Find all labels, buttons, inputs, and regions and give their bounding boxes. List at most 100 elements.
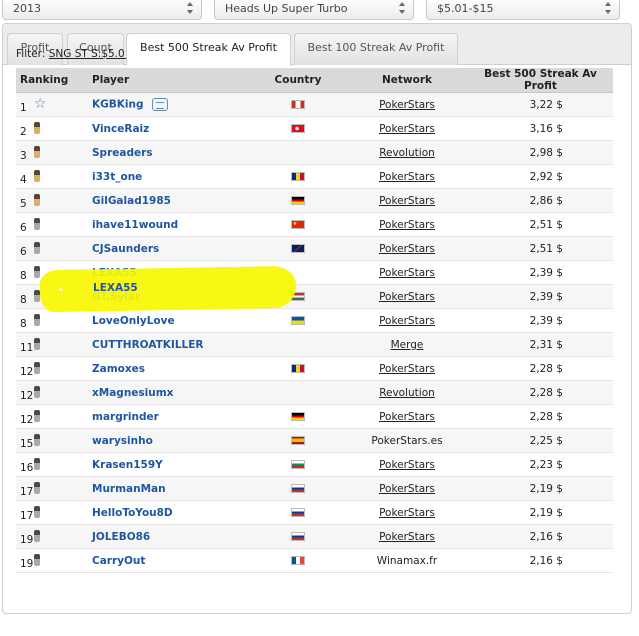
- rank-number: 17: [20, 509, 34, 522]
- network-cell: PokerStars: [346, 212, 468, 237]
- network-link[interactable]: PokerStars: [379, 123, 435, 135]
- year-select-value: 2013: [13, 2, 41, 15]
- network-link[interactable]: PokerStars: [379, 195, 435, 207]
- tab-label: Best 500 Streak Av Profit: [140, 41, 277, 54]
- network-link[interactable]: PokerStars: [379, 507, 435, 519]
- network-cell: PokerStars: [346, 404, 468, 429]
- network-link[interactable]: PokerStars: [379, 483, 435, 495]
- ranking-cell: 6: [16, 236, 88, 261]
- silver-rank-badge-icon: [34, 481, 40, 494]
- player-link[interactable]: KGBKing: [88, 92, 250, 117]
- network-link[interactable]: PokerStars: [379, 459, 435, 471]
- player-link[interactable]: MurmanMan: [88, 476, 250, 501]
- network-link[interactable]: Merge: [391, 339, 424, 351]
- table-row: 5 GilGalad1985 PokerStars 2,86 $: [16, 188, 613, 213]
- network-link[interactable]: PokerStars: [379, 291, 435, 303]
- marker-highlight: [39, 265, 297, 313]
- player-link[interactable]: ihave11wound: [88, 212, 250, 237]
- silver-rank-badge-icon: [34, 457, 40, 470]
- player-link[interactable]: CarryOut: [88, 548, 250, 573]
- profit-value: 2,19 $: [468, 476, 613, 501]
- profit-value: 2,39 $: [468, 284, 613, 309]
- network-cell: PokerStars: [346, 116, 468, 141]
- player-link[interactable]: JOLEBO86: [88, 524, 250, 549]
- player-link[interactable]: GilGalad1985: [88, 188, 250, 213]
- network-link[interactable]: PokerStars: [379, 243, 435, 255]
- rank-number: 6: [20, 221, 27, 234]
- rank-number: 8: [20, 293, 27, 306]
- network-cell: Revolution: [346, 380, 468, 405]
- country-cell: [250, 548, 346, 573]
- network-cell: PokerStars: [346, 308, 468, 333]
- table-row: 15 warysinho PokerStars.es 2,25 $: [16, 428, 613, 453]
- table-row: 12 xMagnesiumx Revolution 2,28 $: [16, 380, 613, 405]
- country-cell: [250, 164, 346, 189]
- network-cell: PokerStars: [346, 476, 468, 501]
- table-row: 8 LoveOnlyLove PokerStars 2,39 $: [16, 308, 613, 333]
- ranking-cell: 8: [16, 308, 88, 333]
- network-link[interactable]: PokerStars: [379, 531, 435, 543]
- game-type-select-value: Heads Up Super Turbo: [225, 2, 348, 15]
- highlight-dot: [59, 288, 62, 291]
- player-link[interactable]: margrinder: [88, 404, 250, 429]
- network-link[interactable]: Revolution: [379, 387, 435, 399]
- network-link[interactable]: PokerStars: [379, 315, 435, 327]
- ranking-cell: 4: [16, 164, 88, 189]
- player-name: ihave11wound: [92, 218, 179, 231]
- header-country[interactable]: Country: [250, 68, 346, 93]
- player-note-icon[interactable]: [151, 98, 168, 111]
- player-link[interactable]: Zamoxes: [88, 356, 250, 381]
- ranking-cell: 16: [16, 452, 88, 477]
- rank-number: 8: [20, 269, 27, 282]
- header-player[interactable]: Player: [88, 68, 250, 93]
- player-link[interactable]: Spreaders: [88, 140, 250, 165]
- ranking-cell: 11: [16, 332, 88, 357]
- profit-value: 2,98 $: [468, 140, 613, 165]
- stake-select[interactable]: $5.01-$15: [426, 0, 620, 20]
- player-link[interactable]: Krasen159Y: [88, 452, 250, 477]
- player-link[interactable]: CUTTHROATKILLER: [88, 332, 250, 357]
- country-cell: [250, 524, 346, 549]
- network-link[interactable]: Revolution: [379, 147, 435, 159]
- silver-rank-badge-icon: [34, 553, 40, 566]
- player-link[interactable]: LoveOnlyLove: [88, 308, 250, 333]
- profit-value: 2,23 $: [468, 452, 613, 477]
- year-select[interactable]: 2013: [2, 0, 202, 20]
- network-link[interactable]: PokerStars: [379, 363, 435, 375]
- game-type-select[interactable]: Heads Up Super Turbo: [214, 0, 414, 20]
- player-link[interactable]: xMagnesiumx: [88, 380, 250, 405]
- player-link[interactable]: warysinho: [88, 428, 250, 453]
- player-link[interactable]: VinceRaiz: [88, 116, 250, 141]
- player-link[interactable]: i33t_one: [88, 164, 250, 189]
- table-row: 2 VinceRaiz PokerStars 3,16 $: [16, 116, 613, 141]
- silver-rank-badge-icon: [34, 265, 40, 278]
- header-ranking[interactable]: Ranking: [16, 68, 88, 93]
- table-row: 12 Zamoxes PokerStars 2,28 $: [16, 356, 613, 381]
- romania-flag-icon: [291, 172, 305, 181]
- rank-number: 6: [20, 245, 27, 258]
- profit-value: 2,16 $: [468, 524, 613, 549]
- silver-rank-badge-icon: [34, 217, 40, 230]
- player-link[interactable]: CJSaunders: [88, 236, 250, 261]
- player-name: CJSaunders: [92, 242, 160, 255]
- tab-best-100-streak[interactable]: Best 100 Streak Av Profit: [294, 33, 458, 65]
- tab-best-500-streak[interactable]: Best 500 Streak Av Profit: [126, 33, 291, 66]
- gold-rank-badge-icon: [34, 145, 40, 158]
- table-row: 17 HelloToYou8D PokerStars 2,19 $: [16, 500, 613, 525]
- romania-flag-icon: [291, 364, 305, 373]
- network-name: PokerStars.es: [371, 434, 443, 447]
- network-link[interactable]: PokerStars: [379, 99, 435, 111]
- player-link[interactable]: HelloToYou8D: [88, 500, 250, 525]
- player-name: Spreaders: [92, 146, 153, 159]
- china-flag-icon: [291, 220, 305, 229]
- country-cell: [250, 428, 346, 453]
- network-link[interactable]: PokerStars: [379, 171, 435, 183]
- network-link[interactable]: PokerStars: [379, 411, 435, 423]
- header-profit[interactable]: Best 500 Streak Av Profit: [468, 68, 613, 93]
- gold-rank-badge-icon: [34, 169, 40, 182]
- network-link[interactable]: PokerStars: [379, 267, 435, 279]
- country-cell: [250, 476, 346, 501]
- header-network[interactable]: Network: [346, 68, 468, 93]
- network-link[interactable]: PokerStars: [379, 219, 435, 231]
- ranking-cell: 2: [16, 116, 88, 141]
